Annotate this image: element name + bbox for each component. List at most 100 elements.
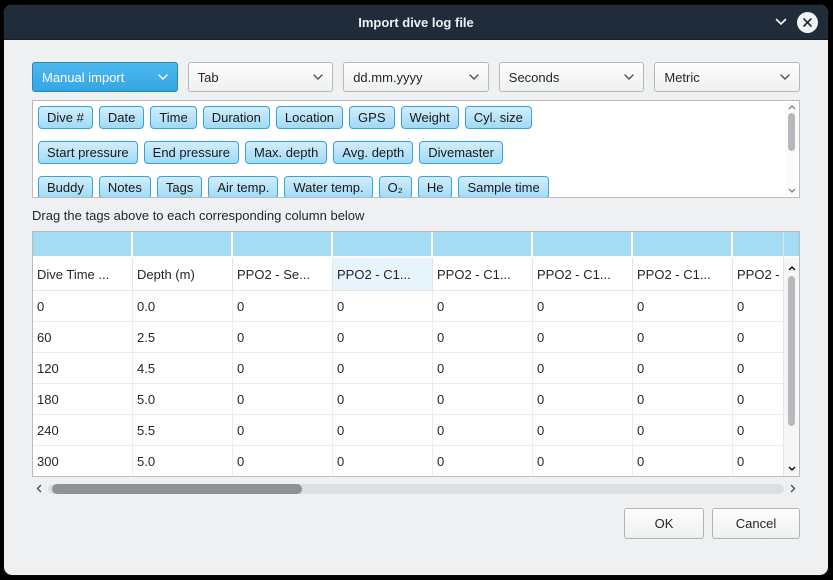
table-cell: 0 xyxy=(433,415,533,446)
table-cell: 0 xyxy=(233,384,333,415)
table-cell: 60 xyxy=(33,322,133,353)
column-header[interactable]: Depth (m) xyxy=(133,258,233,291)
duration-format-combobox[interactable]: Seconds xyxy=(499,62,645,92)
table-vertical-scrollbar[interactable] xyxy=(783,232,799,476)
drag-tag[interactable]: Weight xyxy=(401,106,459,129)
chevron-down-icon xyxy=(624,74,634,80)
dialog-content: Manual import Tab dd.mm.yyyy Seconds Met… xyxy=(4,40,828,539)
drag-tag[interactable]: GPS xyxy=(349,106,394,129)
column-header[interactable]: PPO2 - Se... xyxy=(233,258,333,291)
titlebar-buttons xyxy=(775,5,818,39)
scrollbar-track[interactable] xyxy=(48,484,784,494)
scroll-down-icon[interactable] xyxy=(788,188,796,193)
drag-tag[interactable]: Dive # xyxy=(38,106,93,129)
drop-target-cell[interactable] xyxy=(633,232,733,258)
table-cell: 0 xyxy=(633,415,733,446)
drag-tag[interactable]: Tags xyxy=(157,176,202,197)
drop-target-cell[interactable] xyxy=(533,232,633,258)
scroll-right-icon[interactable] xyxy=(786,484,800,493)
combo-value: Manual import xyxy=(42,70,124,85)
drag-tag[interactable]: Buddy xyxy=(38,176,93,197)
drag-tag[interactable]: Cyl. size xyxy=(465,106,532,129)
chevron-down-icon[interactable] xyxy=(775,18,787,26)
tag-pool-container: Dive # Date Time Duration Location GPS Weight C… xyxy=(32,100,800,198)
drop-target-cell[interactable] xyxy=(784,232,799,258)
table-cell: 180 xyxy=(33,384,133,415)
scrollbar-thumb[interactable] xyxy=(52,484,302,494)
drop-target-cell[interactable] xyxy=(233,232,333,258)
scroll-up-icon[interactable] xyxy=(788,258,796,276)
table-cell: 0 xyxy=(233,322,333,353)
table-cell: 0 xyxy=(433,322,533,353)
units-combobox[interactable]: Metric xyxy=(654,62,800,92)
drag-tag[interactable]: Air temp. xyxy=(208,176,278,197)
column-header[interactable]: PPO2 - C1... xyxy=(633,258,733,291)
table-cell: 0 xyxy=(533,384,633,415)
close-button[interactable] xyxy=(797,12,818,33)
scrollbar-thumb[interactable] xyxy=(788,113,795,151)
column-header[interactable]: Dive Time ... xyxy=(33,258,133,291)
field-separator-combobox[interactable]: Tab xyxy=(188,62,334,92)
drop-target-cell[interactable] xyxy=(133,232,233,258)
drop-target-cell[interactable] xyxy=(33,232,133,258)
table-cell: 300 xyxy=(33,446,133,477)
column-header[interactable]: PPO2 - C1... xyxy=(433,258,533,291)
import-options-row: Manual import Tab dd.mm.yyyy Seconds Met… xyxy=(32,62,800,92)
scroll-up-icon[interactable] xyxy=(788,105,796,110)
chevron-down-icon xyxy=(158,74,168,80)
drop-target-cell[interactable] xyxy=(333,232,433,258)
table-cell: 0.0 xyxy=(133,291,233,322)
drag-tag[interactable]: Sample time xyxy=(458,176,548,197)
combo-value: Tab xyxy=(198,70,219,85)
table-cell: 0 xyxy=(433,446,533,477)
table-cell: 0 xyxy=(433,291,533,322)
drag-tag[interactable]: Notes xyxy=(99,176,151,197)
cancel-button[interactable]: Cancel xyxy=(712,508,800,539)
import-type-combobox[interactable]: Manual import xyxy=(32,62,178,92)
drag-tag[interactable]: Avg. depth xyxy=(333,141,413,164)
drag-tag[interactable]: Duration xyxy=(203,106,270,129)
tag-pool-scrollbar[interactable] xyxy=(785,102,798,196)
table-cell: 0 xyxy=(333,415,433,446)
table-cell: 0 xyxy=(533,322,633,353)
chevron-down-icon xyxy=(313,74,323,80)
table-cell: 0 xyxy=(533,446,633,477)
table-cell: 0 xyxy=(333,384,433,415)
drag-tag[interactable]: Start pressure xyxy=(38,141,138,164)
drag-tag[interactable]: Date xyxy=(99,106,144,129)
date-format-combobox[interactable]: dd.mm.yyyy xyxy=(343,62,489,92)
table-cell: 0 xyxy=(533,291,633,322)
table-grid: Dive Time ...Depth (m)PPO2 - Se...PPO2 -… xyxy=(33,232,800,477)
ok-button[interactable]: OK xyxy=(624,508,704,539)
drag-tag[interactable]: Location xyxy=(276,106,343,129)
table-cell: 0 xyxy=(633,322,733,353)
instruction-label: Drag the tags above to each correspondin… xyxy=(32,208,800,223)
table-cell: 2.5 xyxy=(133,322,233,353)
drag-tag[interactable]: He xyxy=(418,176,453,197)
drag-tag[interactable]: Divemaster xyxy=(419,141,503,164)
table-horizontal-scrollbar[interactable] xyxy=(32,481,800,496)
drag-tag[interactable]: End pressure xyxy=(144,141,239,164)
table-cell: 120 xyxy=(33,353,133,384)
table-cell: 0 xyxy=(433,353,533,384)
drag-tag[interactable]: O₂ xyxy=(379,176,412,197)
table-cell: 0 xyxy=(333,291,433,322)
table-cell: 0 xyxy=(633,353,733,384)
scroll-down-icon[interactable] xyxy=(788,458,796,476)
import-dialog-window: Import dive log file Manual import Tab d… xyxy=(3,4,829,576)
titlebar[interactable]: Import dive log file xyxy=(4,5,828,40)
table-cell: 0 xyxy=(533,353,633,384)
column-header[interactable]: PPO2 - C1... xyxy=(533,258,633,291)
table-cell: 0 xyxy=(333,322,433,353)
table-cell: 0 xyxy=(233,446,333,477)
column-header[interactable]: PPO2 - C1... xyxy=(333,258,433,291)
table-cell: 0 xyxy=(233,291,333,322)
scrollbar-thumb[interactable] xyxy=(788,276,795,426)
drag-tag[interactable]: Max. depth xyxy=(245,141,327,164)
scroll-left-icon[interactable] xyxy=(32,484,46,493)
drop-target-cell[interactable] xyxy=(433,232,533,258)
drag-tag[interactable]: Water temp. xyxy=(284,176,372,197)
drag-tag[interactable]: Time xyxy=(150,106,196,129)
table-cell: 0 xyxy=(333,446,433,477)
table-cell: 0 xyxy=(233,353,333,384)
